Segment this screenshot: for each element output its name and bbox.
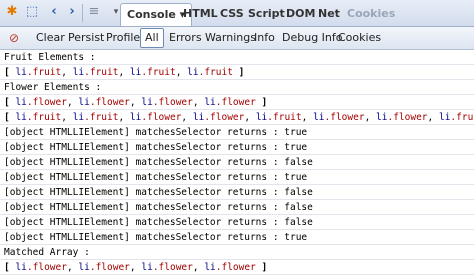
- filter-debug-button[interactable]: Debug Info: [282, 30, 343, 46]
- element-link[interactable]: li.flower: [141, 97, 204, 108]
- element-link[interactable]: li.fruit: [439, 112, 474, 123]
- element-link[interactable]: li.fruit: [15, 67, 72, 78]
- filter-cookies-button[interactable]: Cookies: [338, 30, 381, 46]
- element-link[interactable]: li.flower: [204, 97, 256, 108]
- console-filter-bar: ⊘ Clear Persist Profile All Errors Warni…: [0, 27, 474, 50]
- element-link[interactable]: li.flower: [193, 112, 256, 123]
- element-link[interactable]: li.fruit: [15, 112, 72, 123]
- element-link[interactable]: li.fruit: [73, 67, 130, 78]
- element-link[interactable]: li.flower: [130, 112, 193, 123]
- element-link[interactable]: li.flower: [78, 262, 141, 273]
- menu-lines-icon[interactable]: ≡: [86, 4, 102, 20]
- console-log-line: [object HTMLLIElement] matchesSelector r…: [0, 200, 474, 215]
- separator: [82, 4, 83, 22]
- console-log-line: [object HTMLLIElement] matchesSelector r…: [0, 170, 474, 185]
- element-link[interactable]: li.flower: [15, 262, 78, 273]
- element-link[interactable]: li.flower: [204, 262, 256, 273]
- console-log-line: [object HTMLLIElement] matchesSelector r…: [0, 230, 474, 245]
- matched-array: li.flowerli.flowerli.flowerli.flower: [15, 262, 255, 273]
- console-log-line: [object HTMLLIElement] matchesSelector r…: [0, 185, 474, 200]
- clear-button[interactable]: Clear: [36, 30, 65, 46]
- console-output: Fruit Elements : [ li.fruitli.fruitli.fr…: [0, 50, 474, 275]
- filter-errors-button[interactable]: Errors: [169, 30, 202, 46]
- filter-all-button[interactable]: All: [140, 28, 164, 48]
- element-link[interactable]: li.flower: [141, 262, 204, 273]
- mixed-array: li.fruitli.fruitli.flowerli.flowerli.fru…: [15, 112, 474, 123]
- firebug-toolbar: ✱ ⬚ ‹ › ≡ ▾ Console ▾ HTML CSS Script DO…: [0, 0, 474, 27]
- element-link[interactable]: li.fruit: [256, 112, 313, 123]
- back-arrow-icon[interactable]: ‹: [46, 4, 62, 20]
- filter-warnings-button[interactable]: Warnings: [205, 30, 256, 46]
- tab-script[interactable]: Script: [248, 6, 285, 22]
- console-line: Flower Elements :: [0, 80, 474, 95]
- element-link[interactable]: li.fruit: [73, 112, 130, 123]
- console-line: Fruit Elements :: [0, 50, 474, 65]
- tab-css[interactable]: CSS: [220, 6, 244, 22]
- console-log-line: [object HTMLLIElement] matchesSelector r…: [0, 140, 474, 155]
- tab-dom[interactable]: DOM: [286, 6, 315, 22]
- console-array-line: [ li.fruitli.fruitli.fruitli.fruit ]: [0, 65, 474, 80]
- console-line: Matched Array :: [0, 245, 474, 260]
- tab-console[interactable]: Console ▾: [120, 3, 193, 26]
- tab-net[interactable]: Net: [318, 6, 340, 22]
- console-array-line: [ li.flowerli.flowerli.flowerli.flower ]: [0, 260, 474, 275]
- forward-arrow-icon[interactable]: ›: [64, 4, 80, 20]
- clear-console-icon[interactable]: ⊘: [6, 30, 22, 46]
- element-link[interactable]: li.flower: [313, 112, 376, 123]
- console-log-line: [object HTMLLIElement] matchesSelector r…: [0, 125, 474, 140]
- console-array-line: [ li.flowerli.flowerli.flowerli.flower ]: [0, 95, 474, 110]
- flower-array: li.flowerli.flowerli.flowerli.flower: [15, 97, 255, 108]
- persist-button[interactable]: Persist: [68, 30, 104, 46]
- profile-button[interactable]: Profile: [106, 30, 140, 46]
- console-log-line: [object HTMLLIElement] matchesSelector r…: [0, 215, 474, 230]
- firebug-icon[interactable]: ✱: [4, 4, 20, 20]
- element-link[interactable]: li.flower: [15, 97, 78, 108]
- console-log-line: [object HTMLLIElement] matchesSelector r…: [0, 155, 474, 170]
- inspect-icon[interactable]: ⬚: [24, 4, 40, 20]
- tab-cookies[interactable]: Cookies: [347, 6, 395, 22]
- element-link[interactable]: li.fruit: [187, 67, 233, 78]
- console-array-line: [ li.fruitli.fruitli.flowerli.flowerli.f…: [0, 110, 474, 125]
- fruit-array: li.fruitli.fruitli.fruitli.fruit: [15, 67, 232, 78]
- tab-html[interactable]: HTML: [183, 6, 218, 22]
- element-link[interactable]: li.flower: [376, 112, 439, 123]
- element-link[interactable]: li.flower: [78, 97, 141, 108]
- element-link[interactable]: li.fruit: [130, 67, 187, 78]
- filter-info-button[interactable]: Info: [254, 30, 275, 46]
